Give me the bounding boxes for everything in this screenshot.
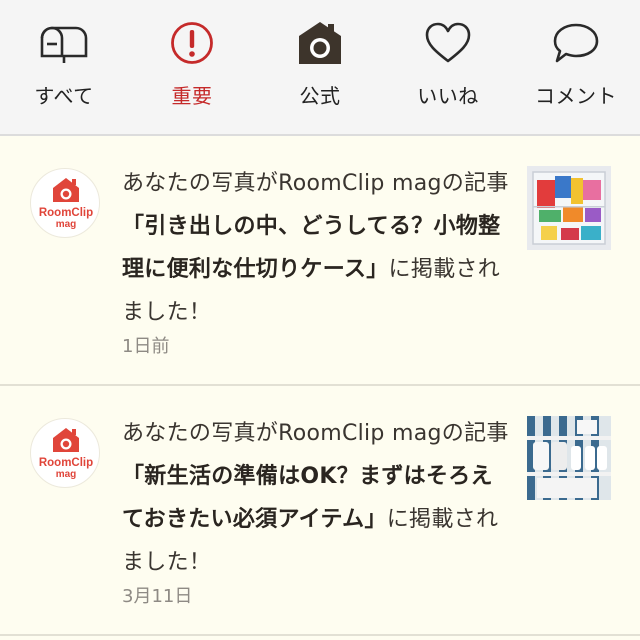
tab-likes[interactable]: いいね xyxy=(384,0,512,134)
tab-important-label: 重要 xyxy=(171,84,213,108)
tab-comments-label: コメント xyxy=(535,84,617,108)
heart-icon xyxy=(384,20,512,66)
tab-comments[interactable]: コメント xyxy=(512,0,640,134)
camera-house-icon xyxy=(256,20,384,66)
mailbox-icon xyxy=(0,20,128,66)
svg-text:RoomClip: RoomClip xyxy=(39,207,93,219)
notification-timestamp: 1日前 xyxy=(122,336,170,357)
notification-message: あなたの写真がRoomClip magの記事「引き出しの中、どうしてる？小物整理… xyxy=(122,162,512,334)
speech-bubble-icon xyxy=(512,20,640,66)
notification-item[interactable]: RoomClip mag あなたの写真がRoomClip magの記事「引き出し… xyxy=(0,136,640,386)
tab-official[interactable]: 公式 xyxy=(256,0,384,134)
notification-item[interactable]: RoomClip mag あなたの写真がRoomClip magの記事「新生活の… xyxy=(0,386,640,636)
drawer-organizer-photo-thumbnail[interactable] xyxy=(527,166,611,250)
message-prefix: あなたの写真がRoomClip magの記事 xyxy=(122,421,509,446)
svg-text:mag: mag xyxy=(56,469,77,480)
roomclip-mag-logo-avatar: RoomClip mag xyxy=(30,418,100,488)
notification-tab-bar: すべて 重要 公式 いいね コメント xyxy=(0,0,640,136)
tab-all[interactable]: すべて xyxy=(0,0,128,134)
tab-all-label: すべて xyxy=(34,84,94,108)
roomclip-mag-logo-avatar: RoomClip mag xyxy=(30,168,100,238)
tab-important[interactable]: 重要 xyxy=(128,0,256,134)
tab-likes-label: いいね xyxy=(417,84,479,108)
notification-message: あなたの写真がRoomClip magの記事「新生活の準備はOK？まずはそろえて… xyxy=(122,412,512,584)
towel-shelf-photo-thumbnail[interactable] xyxy=(527,416,611,500)
alert-circle-icon xyxy=(128,20,256,66)
tab-official-label: 公式 xyxy=(299,84,341,108)
notification-list: RoomClip mag あなたの写真がRoomClip magの記事「引き出し… xyxy=(0,136,640,636)
svg-text:mag: mag xyxy=(56,219,77,230)
notification-timestamp: 3月11日 xyxy=(122,586,193,607)
svg-text:RoomClip: RoomClip xyxy=(39,457,93,469)
message-prefix: あなたの写真がRoomClip magの記事 xyxy=(122,171,509,196)
